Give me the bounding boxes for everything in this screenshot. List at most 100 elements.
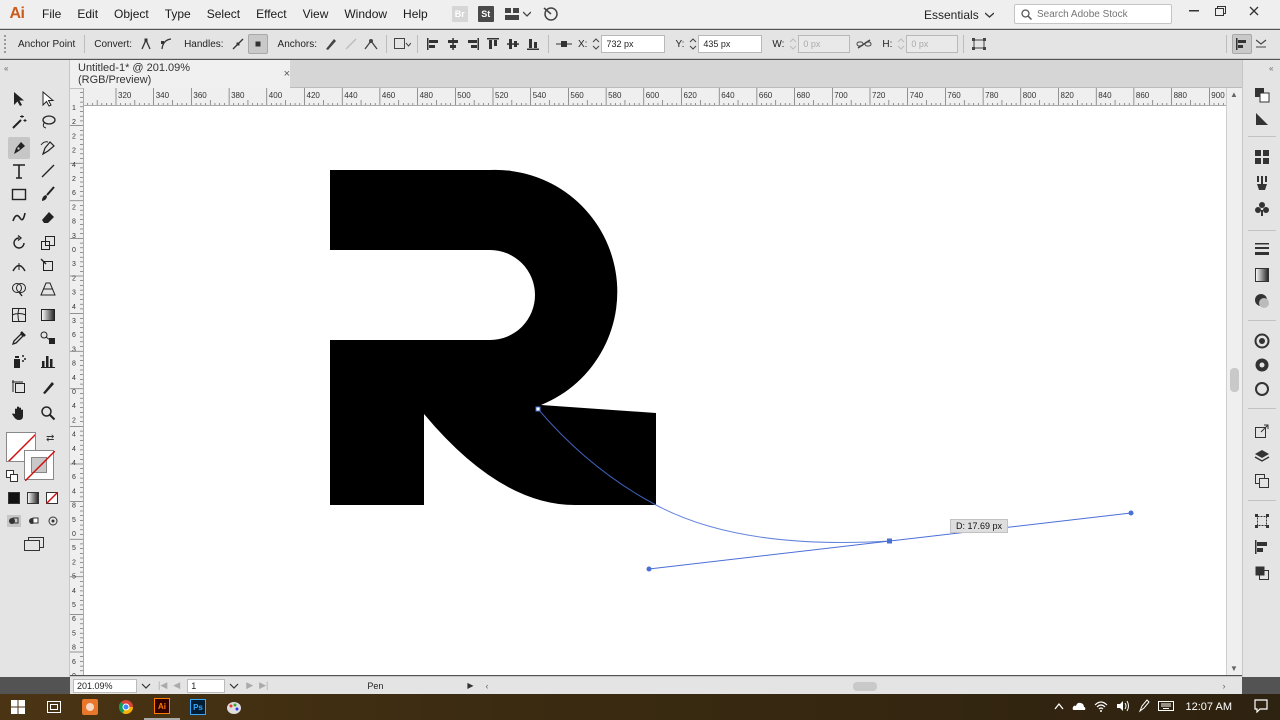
x-stepper[interactable] [591,35,601,53]
gradient-mode-icon[interactable] [27,492,39,507]
transform-panel-icon[interactable] [1253,512,1271,530]
curvature-tool-icon[interactable] [37,137,59,159]
magic-wand-tool-icon[interactable] [8,111,30,133]
chrome-icon[interactable] [108,694,144,720]
pathfinder-panel-icon[interactable] [1253,564,1271,582]
artboards-panel-icon[interactable] [1253,472,1271,490]
blend-tool-icon[interactable] [37,327,59,349]
align-left-icon[interactable] [423,34,443,54]
next-artboard-icon[interactable]: ▶ [246,680,253,691]
draw-inside-icon[interactable] [46,515,60,530]
anchor-point-start[interactable] [535,406,541,412]
hand-tool-icon[interactable] [8,402,30,424]
gradient-panel-icon[interactable] [1253,266,1271,284]
remove-anchor-icon[interactable] [321,34,341,54]
minimize-button[interactable] [1182,0,1206,22]
r-letter-shape[interactable] [330,169,656,505]
keyboard-icon[interactable] [1157,700,1174,714]
scale-tool-icon[interactable] [37,232,59,254]
free-transform-tool-icon[interactable] [37,255,59,277]
mesh-tool-icon[interactable] [8,304,30,326]
prev-artboard-icon[interactable]: ◀ [173,680,180,691]
artboard-number-field[interactable]: 1 [187,678,226,693]
scroll-up-icon[interactable]: ▲ [1230,90,1238,99]
first-artboard-icon[interactable]: |◀ [158,680,167,691]
stroke-swatch[interactable] [24,450,55,481]
color-mode-icon[interactable] [8,492,20,507]
transparency-panel-icon[interactable] [1253,292,1271,310]
default-fill-stroke-icon[interactable] [6,470,18,485]
draw-normal-icon[interactable] [7,515,21,530]
libraries-icon[interactable] [1253,380,1271,398]
menu-file[interactable]: File [34,0,69,29]
tray-chevron-icon[interactable] [1054,701,1064,713]
gradient-tool-icon[interactable] [37,304,59,326]
perspective-grid-tool-icon[interactable] [37,278,59,300]
menu-view[interactable]: View [295,0,337,29]
close-window-button[interactable] [1242,0,1266,22]
y-field[interactable] [698,35,763,53]
horizontal-scroll-thumb[interactable] [852,681,877,691]
align-panel-icon[interactable] [1253,538,1271,556]
symbol-sprayer-tool-icon[interactable] [8,350,30,372]
menu-edit[interactable]: Edit [69,0,106,29]
arrange-documents-icon[interactable] [504,7,531,21]
line-segment-tool-icon[interactable] [37,160,59,182]
export-asset-icon[interactable] [1253,422,1271,440]
grip-icon[interactable] [4,35,10,53]
type-tool-icon[interactable] [8,160,30,182]
network-icon[interactable] [1094,700,1108,715]
handle-point-right[interactable] [1128,510,1134,516]
slice-tool-icon[interactable] [37,376,59,398]
rotate-tool-icon[interactable] [8,232,30,254]
brushes-panel-icon[interactable] [1253,174,1271,192]
task-view-icon[interactable] [36,694,72,720]
x-field[interactable] [601,35,666,53]
zoom-dropdown-icon[interactable] [141,682,151,690]
anchor-point-current[interactable] [887,538,892,544]
color-guide-icon[interactable] [1253,110,1271,128]
convert-smooth-icon[interactable] [156,34,176,54]
horizontal-ruler[interactable]: 320 340 360 380 400 420 440 460 480 500 520 540 560 5… [84,88,1226,106]
tab-untitled-1[interactable]: Untitled-1* @ 201.09% (RGB/Preview) × [70,60,290,88]
none-mode-icon[interactable] [45,491,59,507]
cut-path-icon[interactable] [361,34,381,54]
rectangle-tool-icon[interactable] [8,183,30,205]
appearance-panel-icon[interactable] [1253,332,1271,350]
panel-menu-icon[interactable] [1252,34,1272,54]
align-horizontal-center-icon[interactable] [443,34,463,54]
photoshop-taskbar-icon[interactable]: Ps [180,694,216,720]
layers-panel-icon[interactable] [1253,448,1271,466]
draw-behind-icon[interactable] [27,515,41,530]
hide-handles-icon[interactable] [247,34,268,54]
expand-panels-icon[interactable]: « [1269,64,1273,73]
hscroll-left-icon[interactable]: ‹ [486,681,489,691]
status-menu-icon[interactable]: ▶ [467,681,473,690]
notifications-icon[interactable] [1254,698,1268,716]
onedrive-icon[interactable] [1072,701,1086,714]
collapse-panel-icon[interactable]: « [4,64,8,73]
volume-icon[interactable] [1116,700,1130,715]
color-panel-icon[interactable] [1253,86,1271,104]
stock-icon[interactable]: St [477,6,494,22]
eyedropper-tool-icon[interactable] [8,327,30,349]
shaper-tool-icon[interactable] [8,206,30,228]
direct-selection-tool-icon[interactable] [37,88,59,110]
align-vertical-center-icon[interactable] [503,34,523,54]
align-top-icon[interactable] [483,34,503,54]
close-tab-icon[interactable]: × [284,68,290,80]
windows-start-icon[interactable] [0,694,36,720]
distribute-icon[interactable] [1232,34,1252,54]
restore-button[interactable] [1208,0,1232,22]
reference-point-icon[interactable] [554,34,574,54]
paint-icon[interactable] [216,694,252,720]
menu-window[interactable]: Window [336,0,395,29]
illustrator-taskbar-icon[interactable]: Ai [144,694,180,720]
hscroll-right-icon[interactable]: › [1223,681,1226,691]
horizontal-scrollbar[interactable] [493,679,1223,693]
app-icon-orange[interactable] [72,694,108,720]
last-artboard-icon[interactable]: ▶| [259,680,268,691]
artwork[interactable] [84,106,1226,675]
align-right-icon[interactable] [463,34,483,54]
clock-time[interactable]: 12:07 AM [1186,701,1232,713]
